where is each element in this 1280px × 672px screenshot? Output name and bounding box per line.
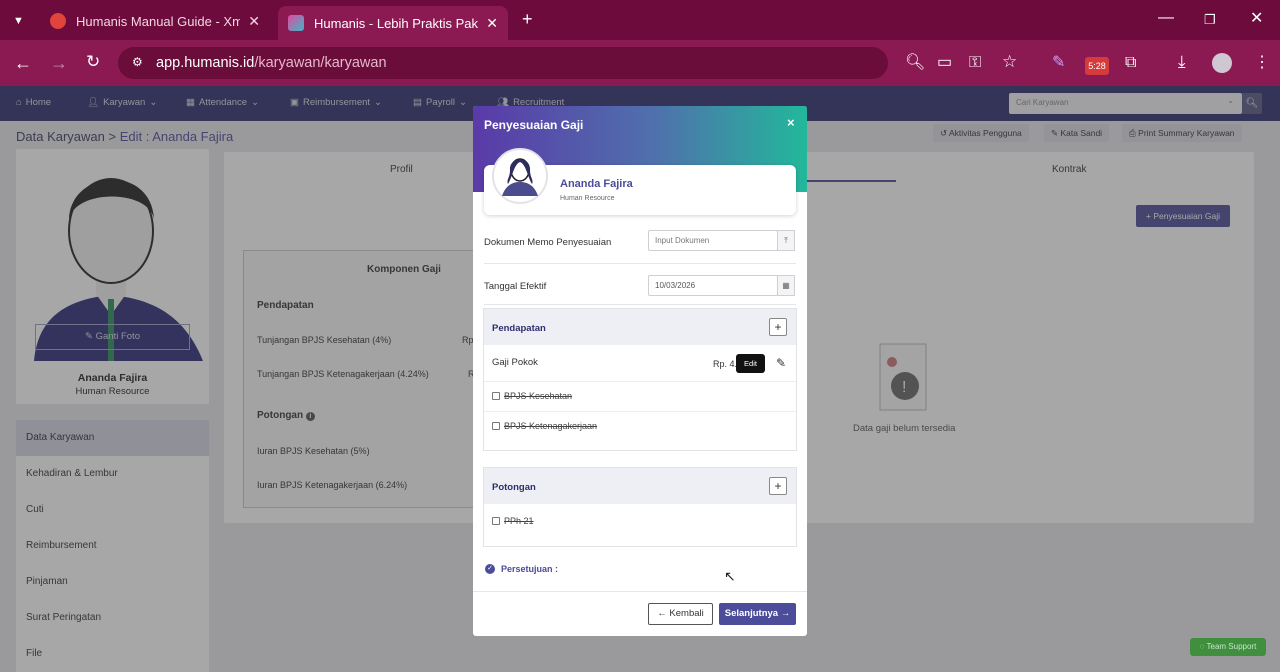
extension-feather-icon[interactable]: ✎ [1052,55,1065,71]
base-salary-value: Rp. 4. [713,359,738,369]
divider [473,591,807,592]
divider [484,381,796,382]
url-host: app.humanis.id [156,55,255,71]
forward-icon[interactable]: → [50,54,68,72]
profile-avatar[interactable] [1212,53,1232,73]
minimize-icon[interactable]: — [1158,10,1174,26]
button-label: Team Support [1206,642,1257,651]
deduction-section-title: Potongan [492,482,536,493]
back-icon[interactable]: ← [14,54,32,72]
bpjs-kesehatan-label: BPJS Kesehatan [504,391,573,401]
reload-icon[interactable]: ↻ [86,53,100,70]
tab-humanis-app[interactable]: Humanis - Lebih Praktis Pakai Humanis ✕ [278,6,508,40]
button-label: Selanjutnya [724,608,779,619]
zoom-icon[interactable]: 🔍︎ [905,55,925,71]
edit-base-salary-icon[interactable]: ✎ [776,356,786,370]
divider [484,263,796,264]
tooltip-text: Edit [744,359,757,368]
url-path: /karyawan/karyawan [254,55,387,71]
browser-tab-bar: ▼ Humanis Manual Guide - Xmind ✕ Humanis… [0,0,1280,40]
password-key-icon[interactable]: ⚿ [969,55,981,71]
next-button[interactable]: Selanjutnya → [719,603,796,625]
income-section-title: Pendapatan [492,323,546,334]
download-icon[interactable]: ⤓ [1178,53,1186,70]
calendar-icon[interactable]: ▦ [777,275,795,296]
bpjs-ketenagakerjaan-label: BPJS Ketenagakerjaan [504,421,598,431]
divider [484,304,796,305]
timer-text: 5:28 [1088,61,1106,71]
tab-search-icon[interactable]: ▼ [13,13,24,29]
income-section-header: Pendapatan + [484,309,796,345]
edit-tooltip: Edit [736,354,765,373]
arrow-right-icon: → [778,608,791,619]
doc-memo-label: Dokumen Memo Penyesuaian [484,237,612,248]
bpjs-ketenagakerjaan-checkbox[interactable] [492,422,500,430]
button-label: Kembali [669,608,704,619]
restore-icon[interactable]: ❐ [1204,12,1216,28]
salary-adjustment-modal: Penyesuaian Gaji × Ananda Fajira Human R… [473,106,807,636]
back-button[interactable]: ← Kembali [648,603,713,625]
add-deduction-button[interactable]: + [769,477,787,495]
divider [484,411,796,412]
extensions-puzzle-icon[interactable]: ⧉ [1125,55,1136,71]
income-section: Pendapatan + Gaji Pokok Rp. 4. Edit ✎ BP… [483,308,797,451]
humanis-favicon-icon [288,15,304,31]
modal-employee-name: Ananda Fajira [560,178,633,190]
pph21-label: PPh 21 [504,516,534,526]
modal-close-button[interactable]: × [787,115,795,130]
team-support-button[interactable]: ◌ Team Support [1190,638,1266,656]
deduction-section: Potongan + PPh 21 [483,467,797,547]
employee-avatar [492,148,548,204]
mouse-cursor-icon: ↖ [724,568,736,584]
new-tab-icon[interactable]: + [522,10,533,28]
deduction-section-header: Potongan + [484,468,796,504]
doc-memo-input[interactable]: Input Dokumen [648,230,778,251]
tab-title: Humanis - Lebih Praktis Pakai Humanis [314,15,479,31]
extension-timer-badge[interactable]: 5:28 [1085,57,1109,75]
add-income-button[interactable]: + [769,318,787,336]
address-bar[interactable]: ⚙ app.humanis.id/karyawan/karyawan [118,47,888,79]
modal-employee-role: Human Resource [560,195,615,202]
upload-icon[interactable]: ⤒ [777,230,795,251]
pph21-checkbox[interactable] [492,517,500,525]
approval-check-icon: ✓ [485,564,495,574]
modal-title: Penyesuaian Gaji [484,118,584,132]
site-info-icon[interactable]: ⚙ [132,55,143,69]
base-salary-label: Gaji Pokok [492,357,538,368]
close-tab-icon[interactable]: ✕ [486,15,498,32]
arrow-left-icon: ← [657,608,670,619]
bookmark-star-icon[interactable]: ☆ [1002,53,1017,70]
chat-icon: ◌ [1199,642,1207,651]
tab-title: Humanis Manual Guide - Xmind [76,13,241,29]
browser-menu-icon[interactable]: ⋮ [1254,55,1270,71]
effective-date-label: Tanggal Efektif [484,281,547,292]
bpjs-kesehatan-checkbox[interactable] [492,392,500,400]
install-app-icon[interactable]: ▭ [937,55,952,71]
approval-label: Persetujuan : [501,564,559,574]
close-window-icon[interactable]: ✕ [1250,11,1263,27]
modal-employee-card: Ananda Fajira Human Resource [484,148,796,215]
effective-date-input[interactable]: 10/03/2026 [648,275,778,296]
tab-humanis-manual[interactable]: Humanis Manual Guide - Xmind ✕ [40,6,270,36]
xmind-favicon-icon [50,13,66,29]
close-tab-icon[interactable]: ✕ [248,13,260,30]
